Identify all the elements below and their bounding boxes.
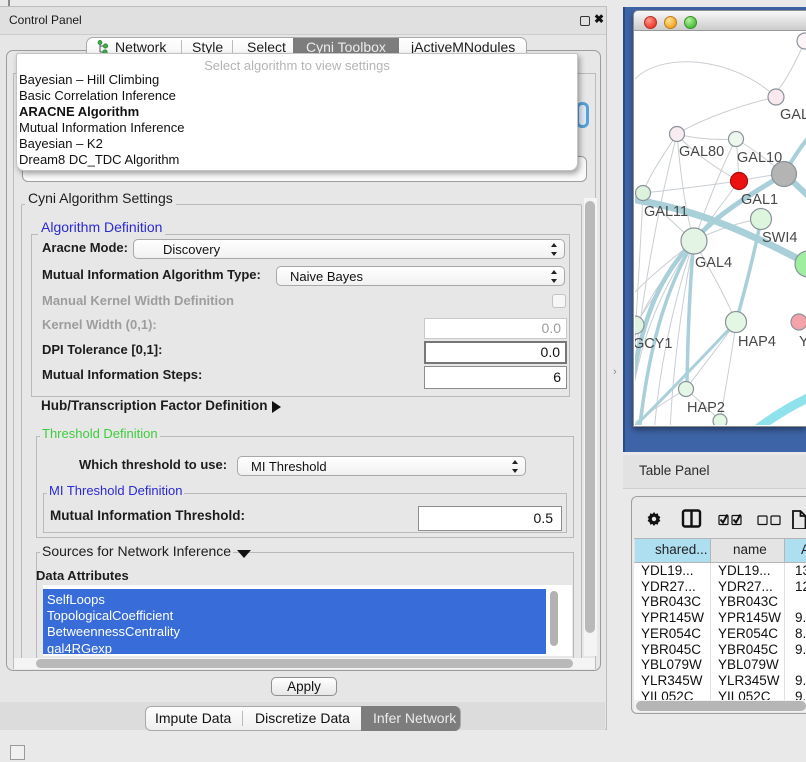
svg-text:GAL11: GAL11: [644, 204, 688, 220]
svg-text:Y: Y: [799, 334, 806, 350]
svg-text:GAL1: GAL1: [741, 192, 778, 208]
svg-text:SWI4: SWI4: [762, 230, 797, 246]
svg-text:HAP4: HAP4: [738, 334, 776, 350]
svg-text:GAL80: GAL80: [679, 144, 724, 160]
svg-text:GAL10: GAL10: [737, 150, 782, 166]
svg-text:GAL: GAL: [780, 107, 806, 123]
svg-text:GAL4: GAL4: [695, 255, 732, 271]
svg-text:HAP2: HAP2: [687, 400, 725, 416]
svg-text:GCY1: GCY1: [635, 336, 673, 352]
